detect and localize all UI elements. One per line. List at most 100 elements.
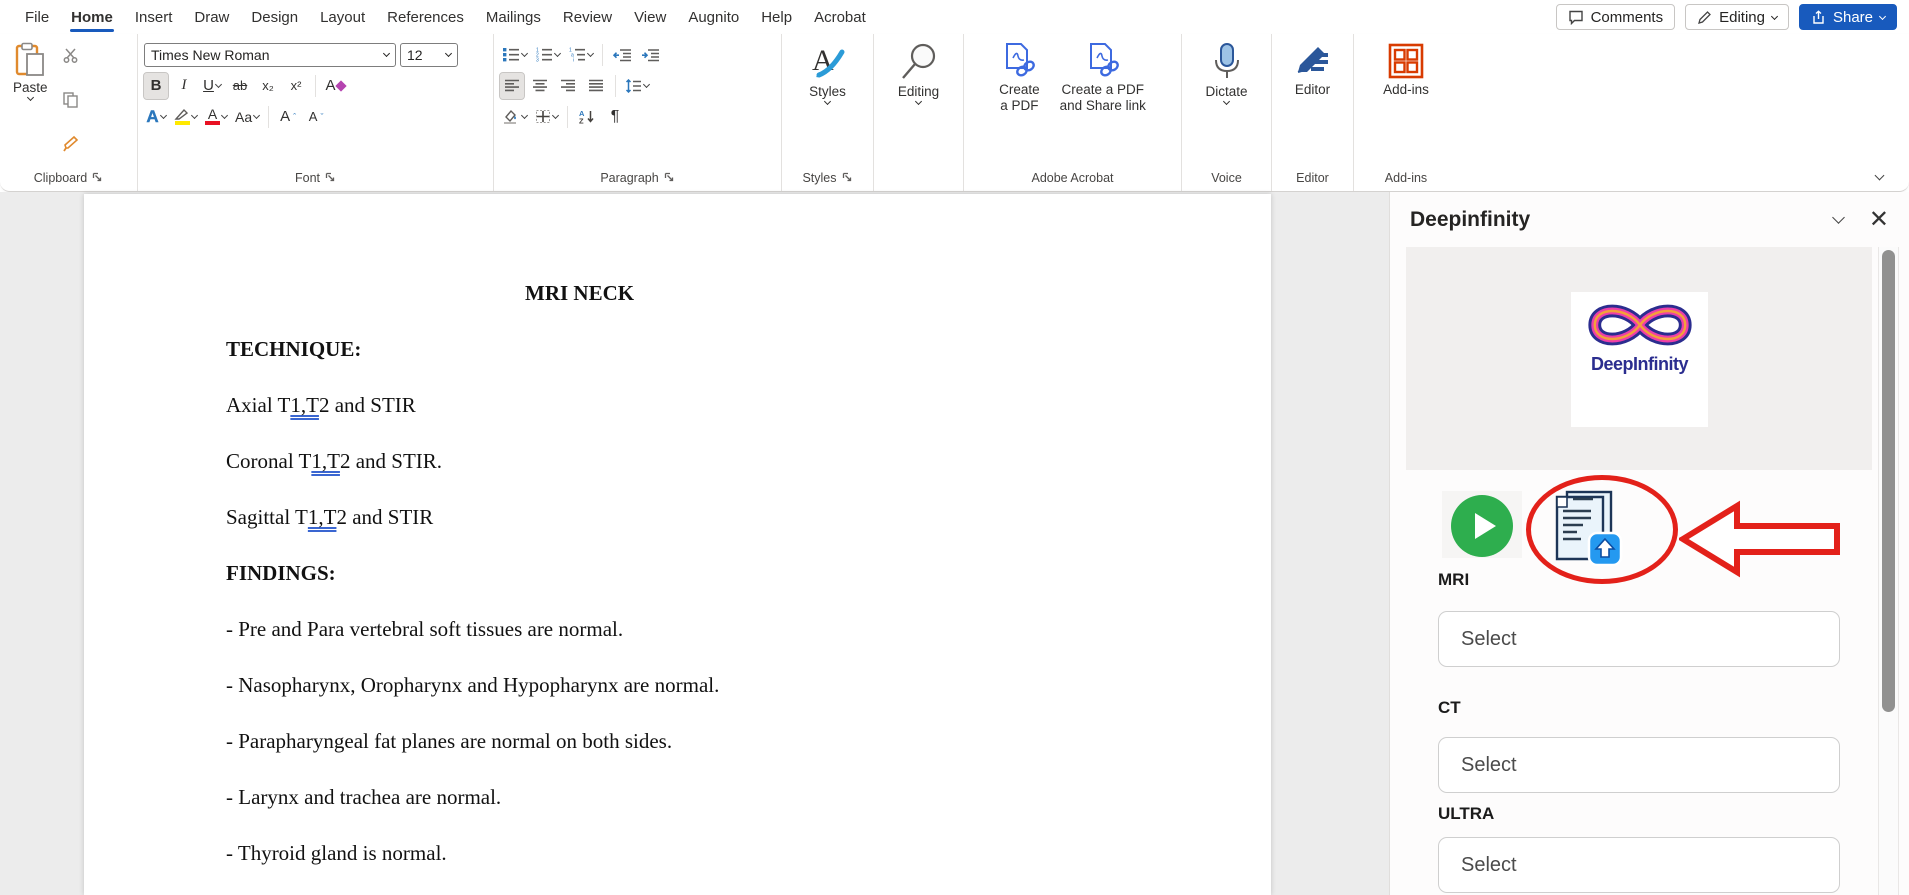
mri-label: MRI [1438, 570, 1469, 590]
ultra-label: ULTRA [1438, 804, 1494, 824]
styles-group: A Styles Styles [782, 34, 874, 191]
editing-button[interactable]: Editing [891, 39, 946, 164]
menu-design[interactable]: Design [240, 2, 309, 33]
doc-line: - Parapharyngeal fat planes are normal o… [226, 730, 1211, 753]
addins-group: Add-ins Add-ins [1354, 34, 1458, 191]
comments-button[interactable]: Comments [1556, 4, 1676, 30]
superscript-button[interactable]: x² [284, 73, 308, 99]
align-right-button[interactable] [556, 73, 580, 99]
dictate-button[interactable]: Dictate [1198, 39, 1254, 164]
document-workspace: MRI NECK TECHNIQUE: Axial T1,T2 and STIR… [0, 192, 1389, 895]
panel-scrollbar-thumb[interactable] [1882, 250, 1895, 712]
create-pdf-button[interactable]: Createa PDF [992, 39, 1047, 164]
font-size-combo[interactable]: 12 [400, 43, 458, 67]
change-case-button[interactable]: Aa [233, 104, 261, 130]
menu-acrobat[interactable]: Acrobat [803, 2, 877, 33]
menu-home[interactable]: Home [60, 2, 124, 33]
title-menu-bar: File Home Insert Draw Design Layout Refe… [0, 0, 1909, 34]
justify-button[interactable] [584, 73, 608, 99]
dialog-launcher-icon[interactable] [325, 172, 336, 183]
grammar-mark: 1,T [308, 505, 337, 529]
ct-label: CT [1438, 698, 1461, 718]
doc-title: MRI NECK [525, 282, 1211, 305]
cut-button[interactable] [59, 42, 83, 68]
panel-close-icon[interactable]: ✕ [1869, 210, 1889, 230]
subscript-button[interactable]: x₂ [256, 73, 280, 99]
bold-button[interactable]: B [144, 73, 168, 99]
panel-scrollbar[interactable] [1878, 247, 1899, 895]
multilevel-list-button[interactable]: 1ai [566, 42, 595, 68]
styles-button[interactable]: A Styles [802, 39, 854, 164]
text-effects-button[interactable]: A [144, 104, 168, 130]
menu-file[interactable]: File [14, 2, 60, 33]
share-button[interactable]: Share [1799, 4, 1897, 30]
format-painter-button[interactable] [59, 130, 83, 156]
menu-mailings[interactable]: Mailings [475, 2, 552, 33]
ribbon-home: Paste Clipboard [0, 34, 1909, 192]
shading-button[interactable] [500, 104, 529, 130]
underline-button[interactable]: U [200, 73, 224, 99]
paste-button[interactable]: Paste [6, 39, 55, 164]
paragraph-group: 123 1ai [494, 34, 782, 191]
font-color-button[interactable]: A [203, 104, 229, 130]
chevron-down-icon [521, 50, 528, 57]
show-hide-pilcrow-button[interactable]: ¶ [603, 104, 627, 130]
sort-button[interactable]: AZ [575, 104, 599, 130]
copy-button[interactable] [59, 86, 83, 112]
numbered-list-button[interactable]: 123 [533, 42, 562, 68]
chevron-down-icon [554, 50, 561, 57]
menu-view[interactable]: View [623, 2, 677, 33]
bullet-list-button[interactable] [500, 42, 529, 68]
paragraph-group-label: Paragraph [500, 164, 775, 191]
voice-group: Dictate Voice [1182, 34, 1272, 191]
menu-insert[interactable]: Insert [124, 2, 184, 33]
dialog-launcher-icon[interactable] [92, 172, 103, 183]
align-left-button[interactable] [500, 73, 524, 99]
create-pdf-share-link-button[interactable]: Create a PDFand Share link [1053, 39, 1153, 164]
font-name-combo[interactable]: Times New Roman [144, 43, 396, 67]
align-center-button[interactable] [528, 73, 552, 99]
dialog-launcher-icon[interactable] [842, 172, 853, 183]
ultra-select[interactable]: Select [1438, 837, 1840, 893]
menu-layout[interactable]: Layout [309, 2, 376, 33]
menu-draw[interactable]: Draw [183, 2, 240, 33]
menu-review[interactable]: Review [552, 2, 623, 33]
play-icon [1475, 513, 1496, 539]
dialog-launcher-icon[interactable] [664, 172, 675, 183]
decrease-indent-button[interactable] [610, 42, 634, 68]
editing-mode-button[interactable]: Editing [1685, 4, 1789, 30]
editor-button[interactable]: Editor [1287, 39, 1339, 164]
editor-group: Editor Editor [1272, 34, 1354, 191]
chevron-down-icon [587, 50, 594, 57]
chevron-down-icon [253, 112, 260, 119]
document-page[interactable]: MRI NECK TECHNIQUE: Axial T1,T2 and STIR… [84, 194, 1271, 895]
chevron-down-icon [521, 112, 528, 119]
doc-line: - Thyroid gland is normal. [226, 842, 1211, 865]
increase-indent-button[interactable] [638, 42, 662, 68]
doc-line: Sagittal T1,T2 and STIR [226, 506, 1211, 529]
italic-button[interactable]: I [172, 73, 196, 99]
acrobat-group: Createa PDF Create a PDFand Share link A… [964, 34, 1182, 191]
clear-formatting-button[interactable]: A [323, 73, 347, 99]
editor-group-label: Editor [1278, 164, 1347, 191]
borders-button[interactable] [533, 104, 560, 130]
panel-collapse-chevron[interactable] [1832, 211, 1845, 224]
panel-title: Deepinfinity [1410, 208, 1530, 232]
grow-font-button[interactable]: Aˆ [276, 104, 300, 130]
menu-augnito[interactable]: Augnito [677, 2, 750, 33]
highlight-color-button[interactable] [172, 104, 199, 130]
addins-grid-icon [1387, 42, 1425, 80]
pdf-link-icon [1001, 42, 1037, 80]
shrink-font-button[interactable]: Aˇ [304, 104, 328, 130]
menu-references[interactable]: References [376, 2, 475, 33]
addins-button[interactable]: Add-ins [1376, 39, 1436, 164]
play-button[interactable] [1451, 495, 1513, 557]
menu-help[interactable]: Help [750, 2, 803, 33]
ct-select[interactable]: Select [1438, 737, 1840, 793]
mri-select[interactable]: Select [1438, 611, 1840, 667]
logo-text: DeepInfinity [1591, 354, 1688, 375]
strikethrough-button[interactable]: ab [228, 73, 252, 99]
collapse-ribbon-chevron[interactable] [1875, 171, 1885, 181]
doc-line: - Pre and Para vertebral soft tissues ar… [226, 618, 1211, 641]
line-spacing-button[interactable] [623, 73, 651, 99]
